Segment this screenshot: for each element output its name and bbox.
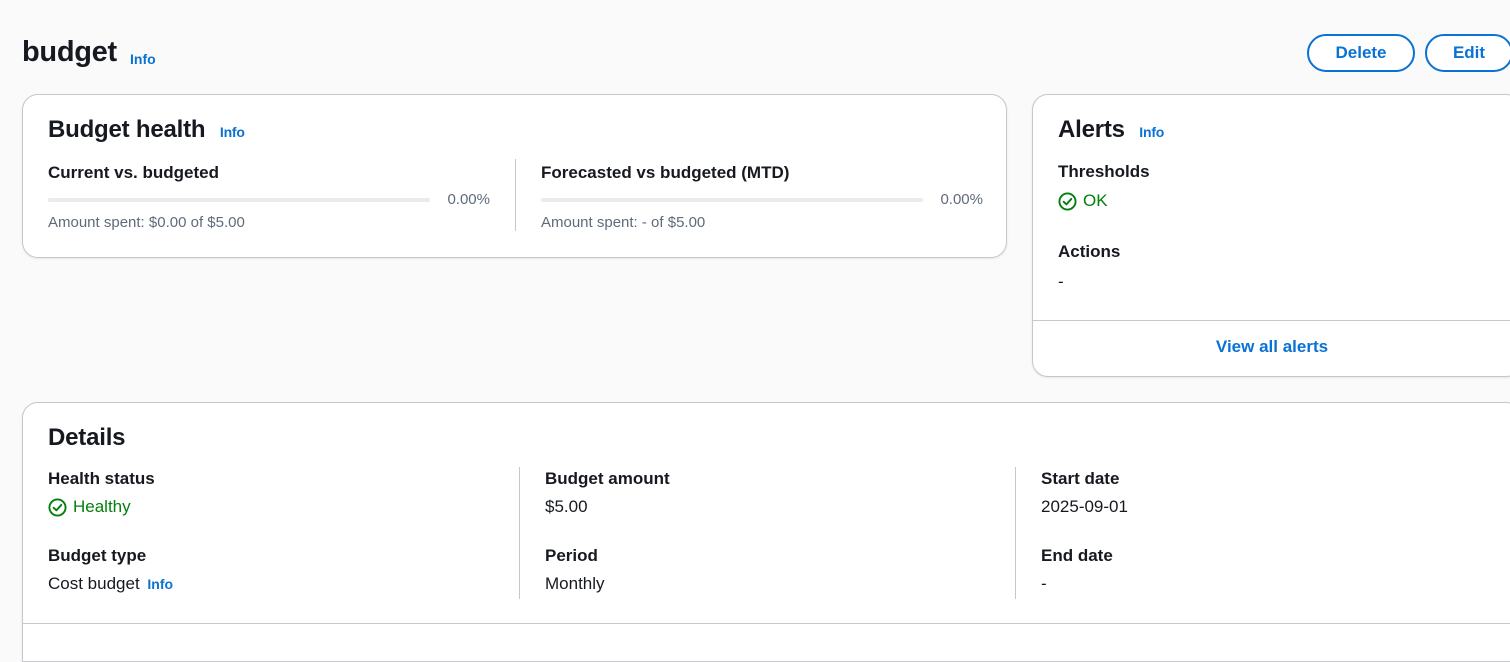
forecasted-vs-budgeted: Forecasted vs budgeted (MTD) 0.00% Amoun… [541, 161, 983, 241]
alerts-heading: Alerts [1058, 116, 1125, 143]
page-header: budget Info Delete Edit [22, 34, 1510, 74]
forecasted-progress-percent: 0.00% [940, 191, 983, 208]
health-status: Healthy [48, 497, 131, 517]
check-circle-icon [48, 497, 67, 517]
end-date-value: - [1041, 574, 1047, 593]
period-label: Period [545, 546, 598, 565]
budget-health-heading: Budget health [48, 116, 206, 143]
details-title: Details [48, 424, 126, 451]
current-amount-spent: Amount spent: $0.00 of $5.00 [48, 214, 245, 231]
column-divider [515, 159, 516, 231]
current-progress-bar [48, 198, 430, 202]
details-footer-divider [23, 623, 1510, 624]
actions-value: - [1058, 272, 1064, 291]
budget-type-label: Budget type [48, 546, 147, 565]
current-vs-budgeted-label: Current vs. budgeted [48, 163, 219, 182]
budget-health-card: Budget health Info Current vs. budgeted … [22, 94, 1007, 258]
period-value: Monthly [545, 574, 605, 593]
budget-health-title: Budget health Info [48, 116, 245, 144]
forecasted-amount-spent: Amount spent: - of $5.00 [541, 214, 706, 231]
current-progress-percent: 0.00% [447, 191, 490, 208]
details-card: Details Health status Healthy Budget typ… [22, 402, 1510, 662]
forecasted-progress-bar [541, 198, 923, 202]
details-divider-1 [519, 467, 520, 599]
actions-label: Actions [1058, 242, 1121, 261]
health-status-value: Healthy [73, 497, 131, 516]
thresholds-status: OK [1058, 191, 1108, 211]
start-date-value: 2025-09-01 [1041, 497, 1128, 516]
edit-button[interactable]: Edit [1425, 34, 1510, 72]
check-circle-icon [1058, 191, 1077, 211]
end-date-label: End date [1041, 546, 1113, 565]
page-title-info-link[interactable]: Info [130, 51, 156, 67]
details-divider-2 [1015, 467, 1016, 599]
forecasted-vs-budgeted-label: Forecasted vs budgeted (MTD) [541, 163, 790, 182]
budget-type-value: Cost budget [48, 574, 140, 593]
thresholds-status-text: OK [1083, 191, 1108, 210]
budget-type-info-link[interactable]: Info [147, 576, 173, 592]
details-column-3: Start date 2025-09-01 End date - [1041, 469, 1510, 609]
alerts-info-link[interactable]: Info [1139, 124, 1164, 140]
start-date-label: Start date [1041, 469, 1120, 488]
current-vs-budgeted: Current vs. budgeted 0.00% Amount spent:… [48, 161, 490, 241]
details-column-1: Health status Healthy Budget type Cost b… [48, 469, 518, 609]
budget-type: Cost budget Info [48, 574, 173, 594]
alerts-card: Alerts Info Thresholds OK Actions - View… [1032, 94, 1510, 377]
budget-amount-value: $5.00 [545, 497, 588, 516]
thresholds-label: Thresholds [1058, 162, 1150, 181]
details-column-2: Budget amount $5.00 Period Monthly [545, 469, 1015, 609]
alerts-divider [1033, 320, 1510, 321]
health-status-label: Health status [48, 469, 155, 488]
view-all-alerts-link[interactable]: View all alerts [1033, 337, 1510, 357]
alerts-title: Alerts Info [1058, 116, 1164, 144]
budget-amount-label: Budget amount [545, 469, 670, 488]
budget-health-info-link[interactable]: Info [220, 124, 245, 140]
page-title: budget [22, 36, 117, 68]
delete-button[interactable]: Delete [1307, 34, 1415, 72]
